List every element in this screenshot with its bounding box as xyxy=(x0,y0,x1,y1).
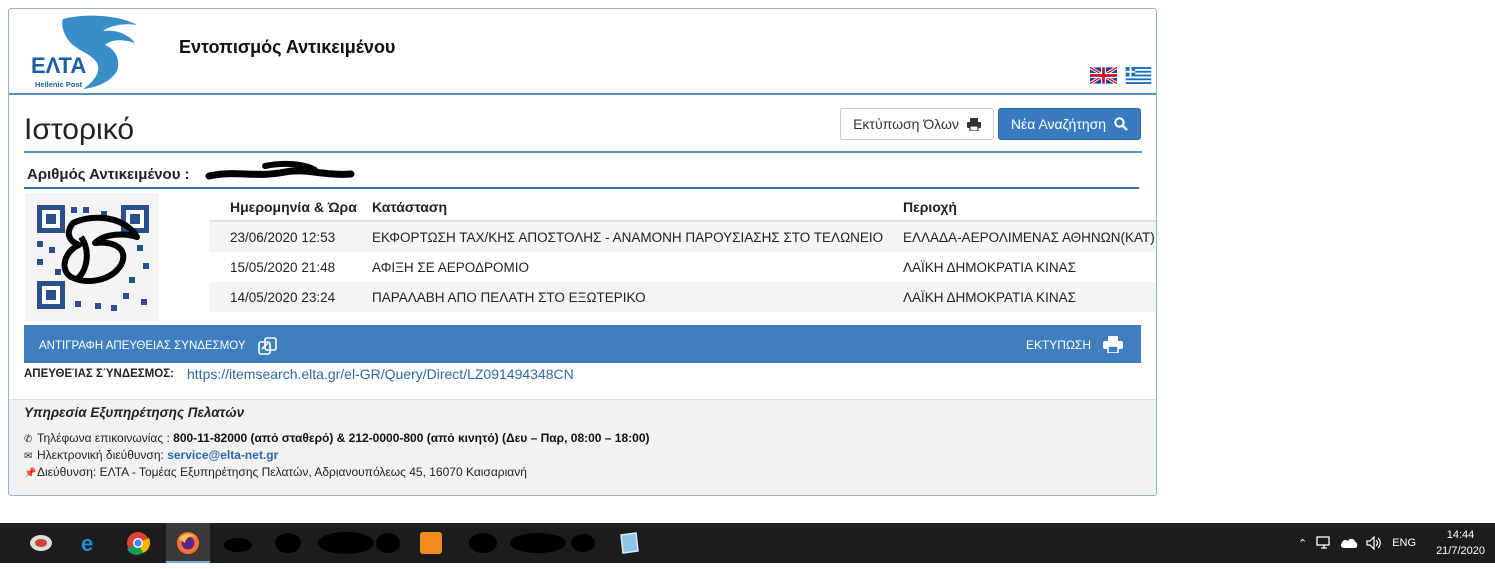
print-all-button[interactable]: Εκτύπωση Όλων xyxy=(840,108,994,140)
row-status: ΕΚΦΟΡΤΩΣΗ ΤΑΧ/ΚΗΣ ΑΠΟΣΤΟΛΗΣ - ΑΝΑΜΟΝΗ ΠΑ… xyxy=(372,230,884,245)
row-status: ΑΦΙΞΗ ΣΕ ΑΕΡΟΔΡΟΜΙΟ xyxy=(372,260,530,275)
footer-email: ✉ Ηλεκτρονική διεύθυνση: service@elta-net… xyxy=(24,448,278,462)
search-icon xyxy=(1114,117,1128,131)
system-tray: ⌃ ENG xyxy=(1298,523,1426,563)
elta-logo[interactable]: ΕΛΤΑ Hellenic Post xyxy=(25,11,151,91)
history-title: Ιστορικό xyxy=(24,113,135,146)
email-link[interactable]: service@elta-net.gr xyxy=(167,448,278,462)
copy-link-label: ΑΝΤΙΓΡΑΦΗ ΑΠΕΥΘΕΙΑΣ ΣΥΝΔΕΣΜΟΥ xyxy=(39,340,246,352)
pin-icon: 📌 xyxy=(24,468,37,479)
notes-app-icon[interactable] xyxy=(614,529,644,557)
item-number-label: Αριθμός Αντικειμένου : xyxy=(27,166,190,183)
qr-code xyxy=(25,193,159,321)
table-row: 14/05/2020 23:24 ΠΑΡΑΛΑΒΗ ΑΠΟ ΠΕΛΑΤΗ ΣΤΟ… xyxy=(209,282,1156,312)
printer-icon xyxy=(1103,336,1123,353)
table-row: 15/05/2020 21:48 ΑΦΙΞΗ ΣΕ ΑΕΡΟΔΡΟΜΙΟ ΛΑΪ… xyxy=(209,252,1156,282)
site-header: ΕΛΤΑ Hellenic Post Εντοπισμός Αντικειμέν… xyxy=(9,9,1156,95)
clock-date: 21/7/2020 xyxy=(1436,545,1485,557)
print-label: ΕΚΤΥΠΩΣΗ xyxy=(1025,337,1091,352)
row-status: ΠΑΡΑΛΑΒΗ ΑΠΟ ΠΕΛΑΤΗ ΣΤΟ ΕΞΩΤΕΡΙΚΟ xyxy=(372,290,646,305)
logo-text: ΕΛΤΑ xyxy=(31,53,86,78)
row-area: ΛΑΪΚΗ ΔΗΜΟΚΡΑΤΙΑ ΚΙΝΑΣ xyxy=(903,260,1076,275)
onedrive-cloud-icon[interactable] xyxy=(1340,537,1358,549)
clock-time: 14:44 xyxy=(1446,529,1475,541)
redacted-item-number xyxy=(205,160,355,180)
phone-icon: ✆ xyxy=(24,434,33,445)
firefox-icon xyxy=(177,532,199,554)
network-icon[interactable] xyxy=(1316,536,1332,550)
volume-icon[interactable] xyxy=(1366,536,1382,550)
greek-flag-icon[interactable] xyxy=(1125,67,1152,84)
address-text: Διεύθυνση: ΕΛΤΑ - Τομέας Εξυπηρέτησης Πε… xyxy=(37,465,527,479)
tracking-panel: ΕΛΤΑ Hellenic Post Εντοπισμός Αντικειμέν… xyxy=(8,8,1157,496)
copy-icon xyxy=(257,337,277,355)
column-header-area: Περιοχή xyxy=(903,199,957,215)
direct-link-url[interactable]: https://itemsearch.elta.gr/el-GR/Query/D… xyxy=(187,366,574,382)
firefox-taskbar-button[interactable] xyxy=(166,523,210,563)
table-row: 23/06/2020 12:53 ΕΚΦΟΡΤΩΣΗ ΤΑΧ/ΚΗΣ ΑΠΟΣΤ… xyxy=(209,222,1156,252)
phone-value: 800-11-82000 (από σταθερό) & 212-0000-80… xyxy=(173,431,650,445)
direct-link-label: ΑΠΕΥΘΕΊΑΣ ΣΎΝΔΕΣΜΟΣ: xyxy=(24,368,174,380)
column-header-status: Κατάσταση xyxy=(372,199,448,215)
new-search-button[interactable]: Νέα Αναζήτηση xyxy=(998,108,1141,140)
history-table: Ημερομηνία & Ώρα Κατάσταση Περιοχή 23/06… xyxy=(209,193,1156,312)
redacted-taskbar-icons xyxy=(224,532,595,554)
phone-label: Τηλέφωνα επικοινωνίας : xyxy=(37,431,170,445)
uk-flag-icon[interactable] xyxy=(1090,67,1117,84)
logo-subtitle: Hellenic Post xyxy=(35,80,83,89)
footer-title: Υπηρεσία Εξυπηρέτησης Πελατών xyxy=(24,405,245,420)
page-header-title: Εντοπισμός Αντικειμένου xyxy=(179,37,396,57)
footer-address: 📌Διεύθυνση: ΕΛΤΑ - Τομέας Εξυπηρέτησης Π… xyxy=(24,465,527,479)
row-date: 15/05/2020 21:48 xyxy=(230,260,336,275)
row-area: ΕΛΛΑΔΑ-ΑΕΡΟΛΙΜΕΝΑΣ ΑΘΗΝΩΝ(ΚΑΤ) xyxy=(903,230,1155,245)
print-all-label: Εκτύπωση Όλων xyxy=(853,116,959,132)
svg-text:e: e xyxy=(81,531,93,556)
row-area: ΛΑΪΚΗ ΔΗΜΟΚΡΑΤΙΑ ΚΙΝΑΣ xyxy=(903,290,1076,305)
item-divider xyxy=(24,187,1139,189)
action-bar: ΑΝΤΙΓΡΑΦΗ ΑΠΕΥΘΕΙΑΣ ΣΥΝΔΕΣΜΟΥ ΕΚΤΥΠΩΣΗ xyxy=(24,325,1141,363)
print-button[interactable]: ΕΚΤΥΠΩΣΗ xyxy=(1026,336,1123,353)
column-header-date: Ημερομηνία & Ώρα xyxy=(230,199,357,215)
row-date: 14/05/2020 23:24 xyxy=(230,290,336,305)
footer-phone: ✆ Τηλέφωνα επικοινωνίας : 800-11-82000 (α… xyxy=(24,431,650,445)
edge-icon[interactable]: e xyxy=(74,529,104,557)
cortana-icon[interactable] xyxy=(26,529,56,557)
email-label: Ηλεκτρονική διεύθυνση: xyxy=(37,448,164,462)
envelope-icon: ✉ xyxy=(24,451,33,462)
customer-service-footer: Υπηρεσία Εξυπηρέτησης Πελατών ✆ Τηλέφωνα … xyxy=(9,399,1156,495)
table-header: Ημερομηνία & Ώρα Κατάσταση Περιοχή xyxy=(209,193,1156,222)
language-indicator[interactable]: ENG xyxy=(1392,537,1416,549)
windows-taskbar: e ⌃ ENG 14:44 21/7/2020 xyxy=(0,523,1495,563)
title-divider xyxy=(24,151,1142,153)
chevron-up-icon[interactable]: ⌃ xyxy=(1298,537,1307,550)
copy-link-button[interactable]: ΑΝΤΙΓΡΑΦΗ ΑΠΕΥΘΕΙΑΣ ΣΥΝΔΕΣΜΟΥ xyxy=(39,337,278,355)
printer-icon xyxy=(966,117,981,131)
new-search-label: Νέα Αναζήτηση xyxy=(1010,116,1107,132)
chrome-icon[interactable] xyxy=(123,529,153,557)
row-date: 23/06/2020 12:53 xyxy=(230,230,336,245)
system-clock[interactable]: 14:44 21/7/2020 xyxy=(1436,527,1485,559)
